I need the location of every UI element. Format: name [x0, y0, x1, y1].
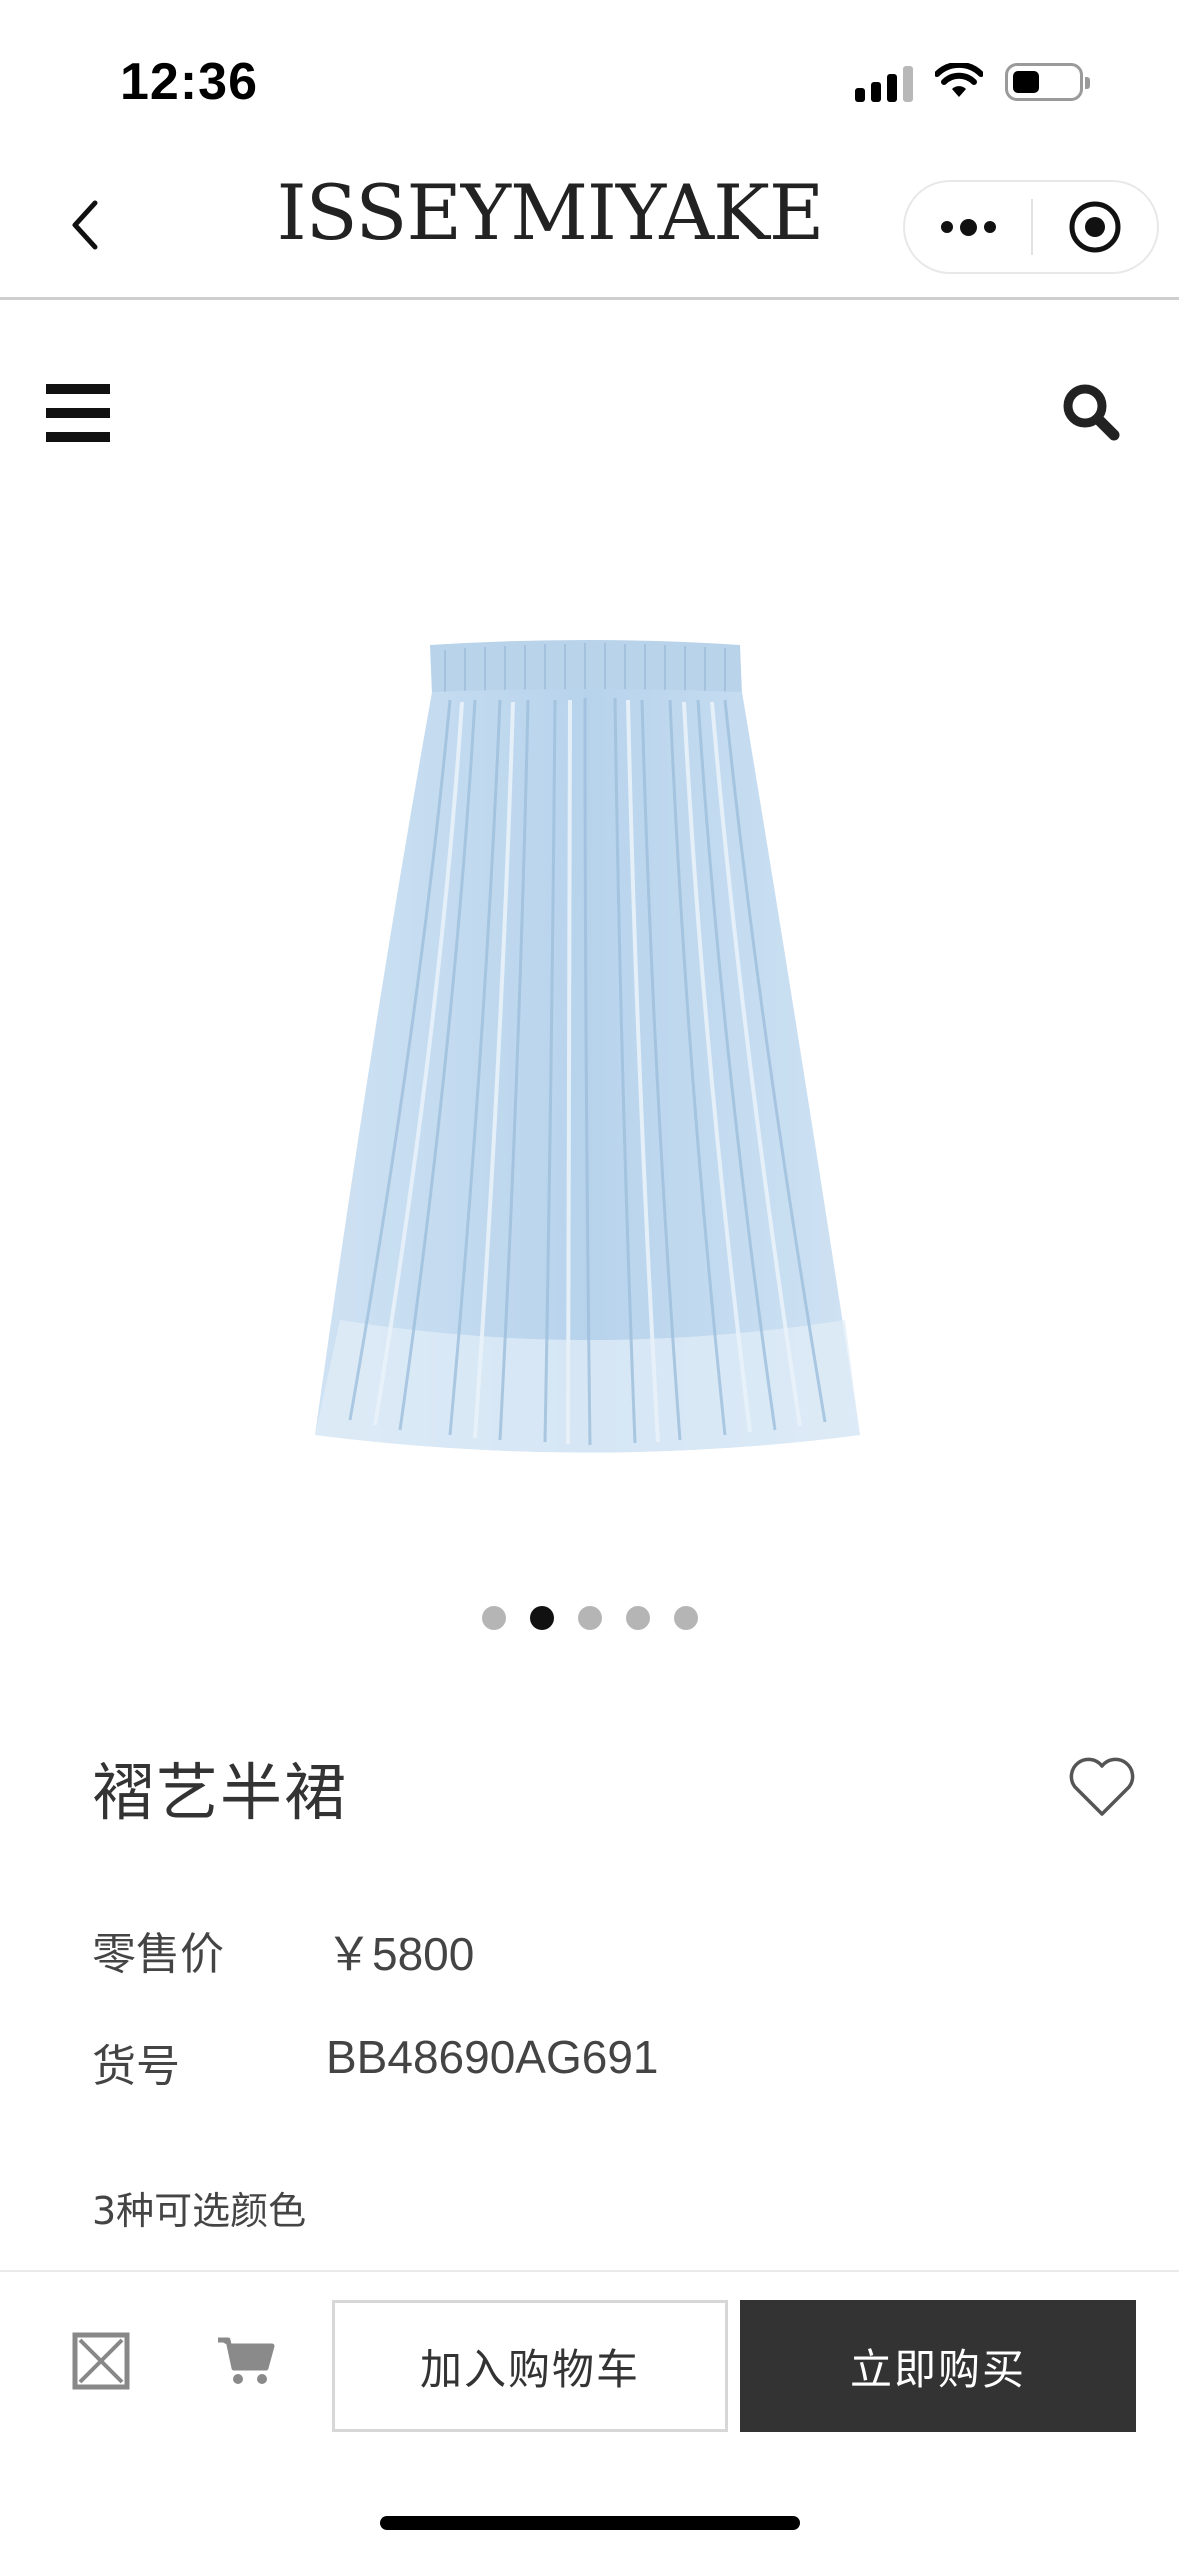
status-time: 12:36	[120, 53, 258, 111]
color-count[interactable]: 3种可选颜色	[92, 2180, 306, 2235]
product-title: 褶艺半裙	[92, 1756, 349, 1829]
pager-dot[interactable]	[673, 1606, 698, 1630]
more-button[interactable]	[905, 182, 1031, 272]
sku-label: 货号	[92, 2041, 180, 2092]
price-row: 零售价 ￥5800	[92, 1918, 474, 1984]
product-image[interactable]	[280, 620, 900, 1480]
pager-dot[interactable]	[625, 1606, 650, 1630]
cart-button[interactable]	[216, 2334, 276, 2388]
menu-button[interactable]	[46, 384, 110, 442]
price-value: ￥5800	[326, 1928, 475, 1980]
favorite-button[interactable]	[1067, 1756, 1137, 1820]
target-icon	[1069, 201, 1121, 253]
pager-dot[interactable]	[577, 1606, 602, 1630]
sku-row: 货号 BB48690AG691	[92, 2030, 659, 2094]
close-box-button[interactable]	[72, 2332, 130, 2390]
cart-icon	[218, 2337, 275, 2384]
home-indicator[interactable]	[380, 2516, 800, 2530]
buy-now-button[interactable]: 立即购买	[740, 2300, 1136, 2432]
search-button[interactable]	[1059, 380, 1123, 444]
pager-dot-active[interactable]	[529, 1606, 554, 1630]
more-icon	[940, 221, 953, 233]
wifi-icon	[935, 63, 983, 97]
cellular-signal-icon	[855, 62, 913, 102]
price-label: 零售价	[92, 1929, 224, 1980]
action-bar: 加入购物车 立即购买	[0, 2270, 1179, 2556]
nav-bar: ISSEYMIYAKE	[0, 150, 1179, 300]
menu-icon	[46, 384, 110, 394]
status-bar: 12:36	[0, 0, 1179, 150]
close-box-icon	[72, 2332, 130, 2390]
close-mini-program-button[interactable]	[1033, 182, 1157, 272]
sku-value: BB48690AG691	[326, 2031, 659, 2083]
mini-program-capsule	[903, 180, 1159, 274]
gallery-pager	[0, 1606, 1179, 1630]
pager-dot[interactable]	[481, 1606, 506, 1630]
battery-icon	[1005, 63, 1090, 101]
status-icons	[855, 62, 1090, 102]
search-icon	[1063, 384, 1120, 441]
heart-icon	[1069, 1757, 1135, 1816]
add-to-cart-button[interactable]: 加入购物车	[332, 2300, 728, 2432]
